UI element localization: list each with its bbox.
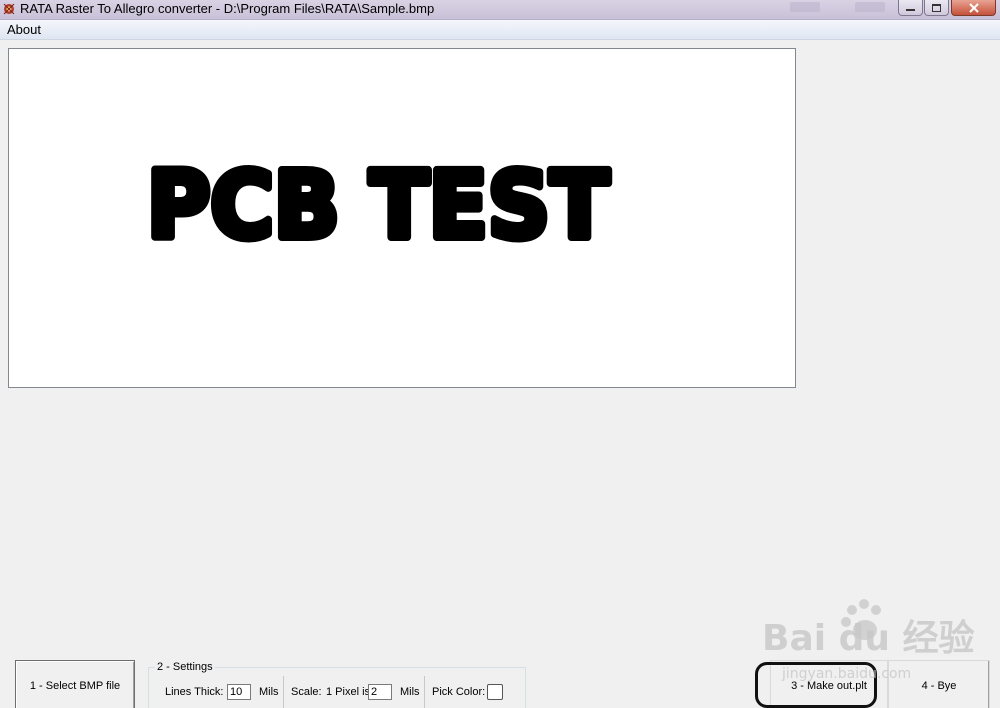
settings-separator-2 [424, 676, 425, 708]
window-title: RATA Raster To Allegro converter - D:\Pr… [20, 1, 435, 16]
minimize-button[interactable] [898, 0, 923, 16]
app-icon [3, 3, 15, 15]
settings-legend: 2 - Settings [155, 661, 215, 673]
title-bar: RATA Raster To Allegro converter - D:\Pr… [0, 0, 1000, 20]
pick-color-label: Pick Color: [432, 686, 486, 698]
maximize-icon [932, 3, 941, 12]
title-shadow-1 [790, 2, 820, 12]
bitmap-preview: PCB TEST [8, 48, 796, 388]
lines-thick-label: Lines Thick: [165, 686, 224, 698]
watermark-logo: Bai du 经验 [762, 618, 975, 659]
lines-thick-unit: Mils [259, 686, 279, 698]
bitmap-text: PCB TEST [147, 152, 609, 259]
title-shadow-2 [855, 2, 885, 12]
lines-thick-input[interactable] [227, 684, 251, 700]
scale-unit: Mils [400, 686, 420, 698]
settings-separator-1 [283, 676, 284, 708]
bitmap-image: PCB TEST [143, 148, 613, 263]
menu-about[interactable]: About [3, 21, 45, 38]
pixel-label: 1 Pixel is [326, 686, 371, 698]
close-icon [968, 2, 979, 13]
pick-color-swatch[interactable] [487, 684, 503, 700]
make-out-button[interactable]: 3 - Make out.plt [770, 660, 888, 708]
minimize-icon [906, 8, 915, 11]
close-button[interactable] [951, 0, 996, 16]
scale-label: Scale: [291, 686, 322, 698]
scale-input[interactable] [368, 684, 392, 700]
maximize-button[interactable] [924, 0, 949, 16]
select-bmp-button[interactable]: 1 - Select BMP file [15, 660, 135, 708]
menu-bar: About [0, 20, 1000, 40]
bye-button[interactable]: 4 - Bye [888, 660, 990, 708]
